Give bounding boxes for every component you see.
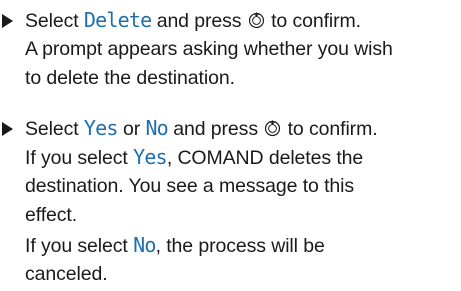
step-text: If you select [25,147,134,169]
step-line: Select Delete and press to confirm. [25,6,361,36]
step-description-line: A prompt appears asking whether you wish [25,38,393,60]
step-description-line: If you select Yes, COMAND deletes the [25,143,363,173]
step-description-line: canceled. [25,263,108,285]
step-description-line: effect. [25,204,78,226]
step-description-line: destination. You see a message to this [25,175,355,197]
step-text: and press [151,10,247,32]
manual-page: Select Delete and press to confirm. A pr… [0,0,461,291]
step-text: If you select [25,235,134,257]
step-text: or [117,118,146,140]
step-bullet-icon [2,122,13,136]
keyword-no: No [145,116,168,140]
step-line: Select Yes or No and press to confirm. [25,114,378,144]
step-text: Select [25,118,84,140]
keyword-yes: Yes [83,116,119,140]
controller-press-icon [248,12,264,29]
keyword-yes: Yes [133,145,168,169]
step-text: to confirm. [282,118,378,140]
step-bullet-icon [2,14,13,28]
controller-press-icon [265,120,281,137]
step-text: , COMAND deletes the [166,147,364,169]
step-text: and press [167,118,264,140]
step-description-line: to delete the destination. [25,67,235,89]
keyword-delete: Delete [83,8,152,32]
step-text: Select [25,10,84,32]
keyword-no: No [133,233,156,257]
step-description-line: If you select No, the process will be [25,231,325,261]
step-text: to confirm. [265,10,361,32]
step-text: , the process will be [155,235,325,257]
